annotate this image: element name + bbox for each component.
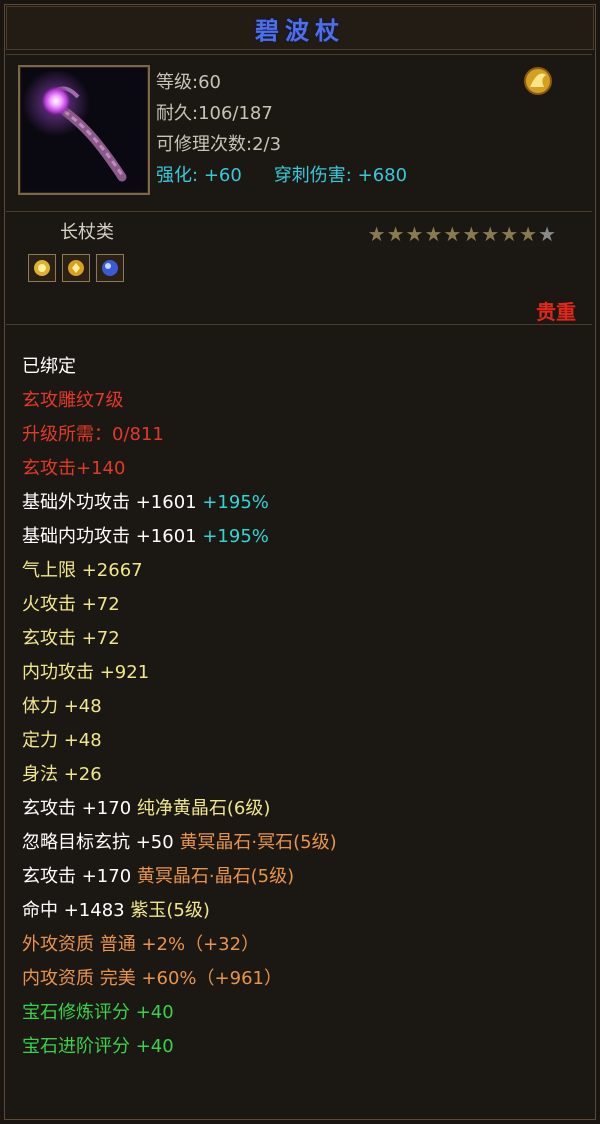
attribute-text: 玄攻击 +72 — [22, 628, 120, 649]
item-class-panel: 长杖类 ★ ★ ★ ★ ★ ★ ★ ★ ★ ★ 贵重 — [6, 212, 592, 325]
weapon-type-label: 长杖类 — [60, 222, 114, 243]
attribute-line: 玄攻击+140 — [22, 452, 337, 486]
star-icon: ★ — [519, 222, 538, 246]
attribute-list: 已绑定玄攻雕纹7级升级所需：0/811 玄攻击+140 基础外功攻击 +1601 +… — [22, 350, 337, 1064]
star-icon: ★ — [462, 222, 481, 246]
attribute-line: 忽略目标玄抗 +50 黄冥晶石·冥石(5级) — [22, 826, 337, 860]
attribute-text: 紫玉(5级) — [130, 900, 210, 921]
item-title: 碧波杖 — [255, 16, 345, 45]
star-empty-icon: ★ — [538, 222, 556, 246]
attribute-text: 基础外功攻击 +1601 — [22, 492, 203, 513]
attribute-text: 玄攻击+140 — [22, 458, 126, 479]
attribute-text: +195% — [202, 492, 269, 513]
attribute-text: 气上限 +2667 — [22, 560, 143, 581]
attribute-text: 忽略目标玄抗 +50 — [22, 832, 180, 853]
gem-slots — [28, 254, 124, 282]
attribute-line: 体力 +48 — [22, 690, 337, 724]
attribute-text: 宝石进阶评分 +40 — [22, 1036, 174, 1057]
enhance-row: 强化: +60 穿刺伤害: +680 — [156, 160, 407, 191]
attribute-line: 玄攻击 +170 纯净黄晶石(6级) — [22, 792, 337, 826]
attribute-text: 黄冥晶石·冥石(5级) — [179, 832, 337, 853]
item-stats: 等级:60 耐久:106/187 可修理次数:2/3 强化: +60 穿刺伤害:… — [156, 67, 407, 191]
durability-stat: 耐久:106/187 — [156, 103, 273, 124]
attribute-line: 已绑定 — [22, 350, 337, 384]
item-header-panel: 等级:60 耐久:106/187 可修理次数:2/3 强化: +60 穿刺伤害:… — [6, 54, 592, 212]
star-icon: ★ — [481, 222, 500, 246]
attribute-panel: 已绑定玄攻雕纹7级升级所需：0/811 玄攻击+140 基础外功攻击 +1601 +… — [6, 328, 592, 1116]
star-icon: ★ — [500, 222, 519, 246]
attribute-text: 玄攻击 +170 — [22, 866, 137, 887]
rarity-label: 贵重 — [536, 300, 576, 324]
attribute-line: 气上限 +2667 — [22, 554, 337, 588]
attribute-text: 升级所需：0/811 — [22, 424, 164, 445]
star-icon: ★ — [424, 222, 443, 246]
attribute-line: 玄攻雕纹7级 — [22, 384, 337, 418]
blue-gem-icon[interactable] — [96, 254, 124, 282]
attribute-text: 基础内功攻击 +1601 — [22, 526, 203, 547]
attribute-line: 火攻击 +72 — [22, 588, 337, 622]
star-icon: ★ — [367, 222, 386, 246]
attribute-line: 定力 +48 — [22, 724, 337, 758]
attribute-text: 纯净黄晶石(6级) — [136, 798, 271, 819]
attribute-line: 升级所需：0/811 — [22, 418, 337, 452]
attribute-line: 内功攻击 +921 — [22, 656, 337, 690]
attribute-text: 外攻资质 普通 +2%（+32） — [22, 934, 260, 955]
attribute-line: 身法 +26 — [22, 758, 337, 792]
attribute-line: 命中 +1483 紫玉(5级) — [22, 894, 337, 928]
star-rating: ★ ★ ★ ★ ★ ★ ★ ★ ★ ★ — [368, 224, 556, 244]
attribute-line: 外攻资质 普通 +2%（+32） — [22, 928, 337, 962]
enhance-value: +60 — [203, 165, 242, 186]
attribute-text: 黄冥晶石·晶石(5级) — [136, 866, 295, 887]
pierce-value: +680 — [357, 165, 408, 186]
attribute-text: 身法 +26 — [22, 764, 102, 785]
gold-gem-icon[interactable] — [62, 254, 90, 282]
gold-gem-icon[interactable] — [28, 254, 56, 282]
enhance-label: 强化: — [156, 165, 199, 186]
attribute-text: 火攻击 +72 — [22, 594, 120, 615]
attribute-text: 定力 +48 — [22, 730, 102, 751]
attribute-text: +195% — [202, 526, 269, 547]
star-icon: ★ — [405, 222, 424, 246]
attribute-text: 内攻资质 完美 +60%（+961） — [22, 968, 282, 989]
title-bar: 碧波杖 — [6, 6, 594, 50]
attribute-line: 宝石进阶评分 +40 — [22, 1030, 337, 1064]
attribute-line: 基础内功攻击 +1601 +195% — [22, 520, 337, 554]
attribute-line: 玄攻击 +72 — [22, 622, 337, 656]
attribute-line: 基础外功攻击 +1601 +195% — [22, 486, 337, 520]
staff-icon — [22, 69, 142, 187]
level-stat: 等级:60 — [156, 72, 221, 93]
gold-emblem-icon[interactable] — [522, 65, 554, 101]
attribute-text: 已绑定 — [22, 356, 76, 377]
attribute-line: 宝石修炼评分 +40 — [22, 996, 337, 1030]
attribute-text: 命中 +1483 — [22, 900, 131, 921]
item-icon-slot — [18, 65, 150, 195]
attribute-text: 玄攻雕纹7级 — [22, 390, 124, 411]
attribute-line: 内攻资质 完美 +60%（+961） — [22, 962, 337, 996]
star-icon: ★ — [443, 222, 462, 246]
pierce-label: 穿刺伤害: — [273, 165, 352, 186]
attribute-text: 体力 +48 — [22, 696, 102, 717]
attribute-text: 宝石修炼评分 +40 — [22, 1002, 174, 1023]
repair-count-stat: 可修理次数:2/3 — [156, 134, 282, 155]
attribute-text: 玄攻击 +170 — [22, 798, 137, 819]
attribute-line: 玄攻击 +170 黄冥晶石·晶石(5级) — [22, 860, 337, 894]
star-icon: ★ — [386, 222, 405, 246]
attribute-text: 内功攻击 +921 — [22, 662, 150, 683]
